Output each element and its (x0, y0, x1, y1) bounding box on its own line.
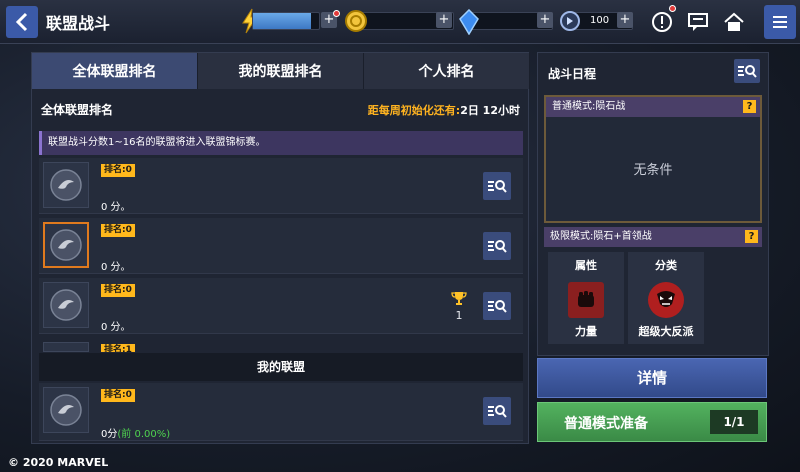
list-search-icon (488, 405, 507, 418)
normal-mode-box: 普通模式:陨石战 ? 无条件 (544, 95, 762, 223)
reset-countdown-value: 2日 12小时 (460, 104, 520, 117)
list-search-icon (488, 240, 507, 253)
my-alliance-row[interactable]: 排名:0 0分(前 0.00%) (39, 383, 523, 441)
shield-eagle-icon (50, 229, 82, 261)
trophy-value: 1 (455, 309, 463, 322)
back-button[interactable] (6, 6, 38, 38)
energy-bar-fill (253, 13, 312, 29)
no-condition-text: 无条件 (633, 163, 673, 178)
view-alliance-button[interactable] (483, 172, 511, 200)
gold-coin-icon (344, 9, 368, 37)
list-search-icon (488, 180, 507, 193)
page-title: 联盟战斗 (46, 14, 111, 33)
alliance-emblem (43, 162, 89, 208)
shield-eagle-icon (50, 289, 82, 321)
rank-badge: 排名:1 (101, 344, 135, 352)
ranking-row[interactable]: 排名:0 0 分。 1 (39, 278, 523, 334)
top-bar: 联盟战斗 + + + 100 + (0, 0, 800, 44)
ranking-row[interactable]: 排名:0 0 分。 (39, 218, 523, 274)
ticket-icon (558, 9, 582, 37)
home-icon (724, 12, 744, 31)
chat-icon (688, 13, 708, 31)
crystal-icon (458, 8, 480, 39)
alert-dot (669, 5, 676, 12)
view-alliance-button[interactable] (483, 232, 511, 260)
alert-icon (652, 12, 672, 32)
alert-button[interactable] (648, 8, 676, 36)
details-button[interactable]: 详情 (537, 358, 767, 398)
ready-button-label: 普通模式准备 (564, 416, 648, 432)
home-button[interactable] (720, 8, 748, 36)
shield-eagle-icon (50, 169, 82, 201)
menu-button[interactable] (764, 5, 796, 39)
alliance-score: 0 分。 (101, 262, 131, 273)
ranking-row-partial: 排名:1 (39, 342, 523, 352)
alliance-score: 0 分。 (101, 202, 131, 213)
ranking-panel: 全体联盟排名 我的联盟排名 个人排名 全体联盟排名 距每周初始化还有:2日 12… (31, 52, 530, 444)
back-arrow-icon (15, 12, 28, 32)
gold-add-button[interactable]: + (436, 12, 452, 28)
alliance-emblem (43, 282, 89, 328)
rank-badge: 排名:0 (101, 389, 135, 402)
my-alliance-header: 我的联盟 (39, 353, 523, 381)
normal-mode-header: 普通模式:陨石战 ? (546, 97, 760, 117)
energy-bar (252, 12, 320, 30)
ready-count: 1/1 (710, 410, 758, 434)
help-button[interactable]: ? (743, 100, 756, 113)
my-score: 0分 (101, 429, 118, 440)
help-button[interactable]: ? (745, 230, 758, 243)
class-value: 超级大反派 (638, 325, 694, 338)
attribute-card: 属性 力量 (548, 252, 624, 344)
alliance-score: 0分(前 0.00%) (101, 425, 170, 440)
notification-dot (333, 10, 340, 17)
alliance-emblem (43, 342, 89, 352)
schedule-title: 战斗日程 (548, 67, 597, 81)
rank-badge: 排名:0 (101, 284, 135, 297)
copyright: © 2020 MARVEL (8, 456, 109, 469)
list-search-icon (488, 300, 507, 313)
extreme-mode-header: 极限模式:陨石+首领战 ? (544, 227, 762, 247)
alliance-emblem (43, 222, 89, 268)
trophy-icon (451, 292, 467, 305)
my-percent: (前 0.00%) (117, 429, 171, 440)
fist-icon (568, 282, 604, 318)
tournament-notice: 联盟战斗分数1~16名的联盟将进入联盟锦标赛。 (39, 131, 523, 155)
schedule-panel: 战斗日程 普通模式:陨石战 ? 无条件 极限模式:陨石+首领战 ? 属性 力量 … (537, 52, 769, 356)
reset-countdown-label: 距每周初始化还有: (367, 104, 461, 117)
view-alliance-button[interactable] (483, 397, 511, 425)
tab-all-alliance-ranking[interactable]: 全体联盟排名 (32, 53, 198, 89)
list-search-icon (738, 65, 757, 78)
section-title: 全体联盟排名 (41, 103, 114, 117)
ticket-add-button[interactable]: + (617, 12, 633, 28)
shield-eagle-icon (50, 394, 82, 426)
tab-my-alliance-ranking[interactable]: 我的联盟排名 (198, 53, 364, 89)
ranking-tabs: 全体联盟排名 我的联盟排名 个人排名 (32, 53, 530, 89)
rank-badge: 排名:0 (101, 224, 135, 237)
ranking-row[interactable]: 排名:0 0 分。 (39, 158, 523, 214)
chat-button[interactable] (684, 8, 712, 36)
view-alliance-button[interactable] (483, 292, 511, 320)
attribute-header: 属性 (575, 259, 597, 272)
ready-button[interactable]: 普通模式准备 1/1 (537, 402, 767, 442)
reset-countdown: 距每周初始化还有:2日 12小时 (368, 102, 520, 118)
tab-personal-ranking[interactable]: 个人排名 (364, 53, 530, 89)
schedule-detail-button[interactable] (734, 59, 760, 83)
trophy-count: 1 (451, 290, 467, 322)
menu-icon (773, 16, 787, 28)
attribute-value: 力量 (575, 325, 597, 338)
alliance-emblem (43, 387, 89, 433)
class-card: 分类 超级大反派 (628, 252, 704, 344)
villain-icon (648, 282, 684, 318)
extreme-mode-label: 极限模式:陨石+首领战 (550, 231, 652, 242)
normal-mode-label: 普通模式:陨石战 (552, 101, 626, 112)
ticket-count: 100 (590, 15, 610, 26)
alliance-score: 0 分。 (101, 322, 131, 333)
rank-badge: 排名:0 (101, 164, 135, 177)
crystal-add-button[interactable]: + (537, 12, 553, 28)
class-header: 分类 (655, 259, 677, 272)
